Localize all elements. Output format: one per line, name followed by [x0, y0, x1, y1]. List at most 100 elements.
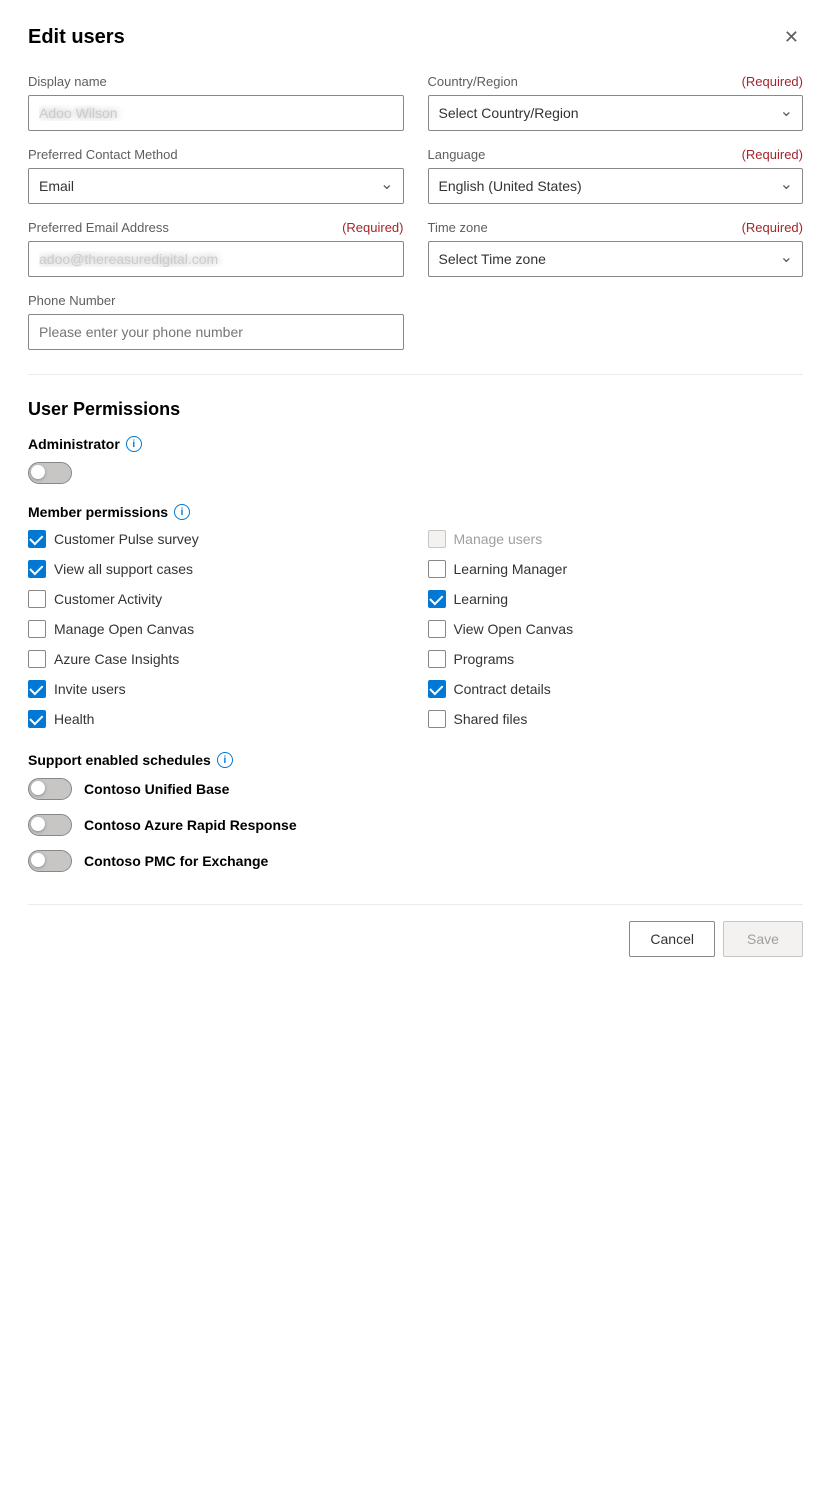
permission-item-azure_case: Azure Case Insights — [28, 650, 404, 668]
permission-label-customer_activity: Customer Activity — [54, 591, 162, 607]
permission-checkbox-customer_pulse[interactable] — [28, 530, 46, 548]
user-permissions-section: User Permissions Administrator i Member … — [28, 399, 803, 728]
timezone-label: Time zone (Required) — [428, 220, 804, 235]
member-label: Member permissions — [28, 504, 168, 520]
schedule-item-contoso_pmc: Contoso PMC for Exchange — [28, 850, 803, 872]
permission-label-view_open_canvas: View Open Canvas — [454, 621, 574, 637]
permission-item-invite_users: Invite users — [28, 680, 404, 698]
permission-label-azure_case: Azure Case Insights — [54, 651, 179, 667]
permission-label-learning: Learning — [454, 591, 509, 607]
permission-item-learning_manager: Learning Manager — [428, 560, 804, 578]
email-input[interactable] — [28, 241, 404, 277]
schedule-toggle-contoso_pmc[interactable] — [28, 850, 72, 872]
schedule-item-contoso_azure: Contoso Azure Rapid Response — [28, 814, 803, 836]
member-info-icon[interactable]: i — [174, 504, 190, 520]
member-permissions-label: Member permissions i — [28, 504, 803, 520]
schedules-info-icon[interactable]: i — [217, 752, 233, 768]
permission-item-manage_open_canvas: Manage Open Canvas — [28, 620, 404, 638]
permission-checkbox-azure_case[interactable] — [28, 650, 46, 668]
permission-checkbox-learning_manager[interactable] — [428, 560, 446, 578]
permission-item-programs: Programs — [428, 650, 804, 668]
permission-checkbox-invite_users[interactable] — [28, 680, 46, 698]
country-select[interactable]: Select Country/Region — [428, 95, 804, 131]
permission-label-programs: Programs — [454, 651, 515, 667]
edit-users-modal: Edit users ✕ Display name Country/Region… — [0, 0, 831, 1501]
schedules-section: Support enabled schedules i Contoso Unif… — [28, 752, 803, 872]
permission-checkbox-programs[interactable] — [428, 650, 446, 668]
permission-checkbox-manage_open_canvas[interactable] — [28, 620, 46, 638]
language-label: Language (Required) — [428, 147, 804, 162]
country-field: Country/Region (Required) Select Country… — [428, 74, 804, 131]
schedule-label-contoso_unified: Contoso Unified Base — [84, 781, 229, 797]
admin-toggle-wrap — [28, 462, 803, 484]
permission-checkbox-customer_activity[interactable] — [28, 590, 46, 608]
schedules-list: Contoso Unified Base Contoso Azure Rapid … — [28, 778, 803, 872]
email-field: Preferred Email Address (Required) — [28, 220, 404, 277]
modal-header: Edit users ✕ — [28, 24, 803, 50]
language-required: (Required) — [742, 147, 803, 162]
permission-label-manage_users: Manage users — [454, 531, 543, 547]
language-field: Language (Required) English (United Stat… — [428, 147, 804, 204]
admin-info-icon[interactable]: i — [126, 436, 142, 452]
contact-method-field: Preferred Contact Method Email Phone — [28, 147, 404, 204]
admin-label: Administrator — [28, 436, 120, 452]
phone-label: Phone Number — [28, 293, 404, 308]
display-name-label: Display name — [28, 74, 404, 89]
section-divider-1 — [28, 374, 803, 375]
close-button[interactable]: ✕ — [780, 24, 803, 50]
permission-item-learning: Learning — [428, 590, 804, 608]
permission-item-customer_pulse: Customer Pulse survey — [28, 530, 404, 548]
permission-label-view_cases: View all support cases — [54, 561, 193, 577]
permission-checkbox-view_cases[interactable] — [28, 560, 46, 578]
schedule-toggle-contoso_azure[interactable] — [28, 814, 72, 836]
modal-title: Edit users — [28, 26, 125, 49]
permission-item-view_cases: View all support cases — [28, 560, 404, 578]
permission-label-manage_open_canvas: Manage Open Canvas — [54, 621, 194, 637]
country-required: (Required) — [742, 74, 803, 89]
display-name-input[interactable] — [28, 95, 404, 131]
form-grid: Display name Country/Region (Required) S… — [28, 74, 803, 350]
permission-label-invite_users: Invite users — [54, 681, 126, 697]
admin-toggle[interactable] — [28, 462, 72, 484]
timezone-select[interactable]: Select Time zone — [428, 241, 804, 277]
country-select-wrapper: Select Country/Region — [428, 95, 804, 131]
permission-checkbox-contract_details[interactable] — [428, 680, 446, 698]
email-required: (Required) — [342, 220, 403, 235]
permission-checkbox-learning[interactable] — [428, 590, 446, 608]
schedule-label-contoso_pmc: Contoso PMC for Exchange — [84, 853, 268, 869]
permission-checkbox-view_open_canvas[interactable] — [428, 620, 446, 638]
contact-method-label: Preferred Contact Method — [28, 147, 404, 162]
language-select[interactable]: English (United States) — [428, 168, 804, 204]
timezone-select-wrapper: Select Time zone — [428, 241, 804, 277]
permission-item-contract_details: Contract details — [428, 680, 804, 698]
country-label: Country/Region (Required) — [428, 74, 804, 89]
timezone-required: (Required) — [742, 220, 803, 235]
permission-label-learning_manager: Learning Manager — [454, 561, 568, 577]
contact-method-select-wrapper: Email Phone — [28, 168, 404, 204]
timezone-field: Time zone (Required) Select Time zone — [428, 220, 804, 277]
permission-label-customer_pulse: Customer Pulse survey — [54, 531, 199, 547]
phone-field: Phone Number — [28, 293, 404, 350]
permissions-grid: Customer Pulse survey Manage users View al… — [28, 530, 803, 728]
permission-label-health: Health — [54, 711, 94, 727]
permissions-section-title: User Permissions — [28, 399, 803, 420]
permission-item-view_open_canvas: View Open Canvas — [428, 620, 804, 638]
display-name-field: Display name — [28, 74, 404, 131]
permission-checkbox-shared_files[interactable] — [428, 710, 446, 728]
permission-item-customer_activity: Customer Activity — [28, 590, 404, 608]
permission-item-shared_files: Shared files — [428, 710, 804, 728]
permission-label-shared_files: Shared files — [454, 711, 528, 727]
contact-method-select[interactable]: Email Phone — [28, 168, 404, 204]
phone-input[interactable] — [28, 314, 404, 350]
schedule-toggle-contoso_unified[interactable] — [28, 778, 72, 800]
permission-item-manage_users: Manage users — [428, 530, 804, 548]
permission-checkbox-health[interactable] — [28, 710, 46, 728]
save-button[interactable]: Save — [723, 921, 803, 957]
cancel-button[interactable]: Cancel — [629, 921, 715, 957]
permission-checkbox-manage_users — [428, 530, 446, 548]
schedules-label: Support enabled schedules i — [28, 752, 803, 768]
language-select-wrapper: English (United States) — [428, 168, 804, 204]
admin-subsection: Administrator i — [28, 436, 803, 452]
schedules-title: Support enabled schedules — [28, 752, 211, 768]
modal-footer: Cancel Save — [28, 904, 803, 957]
